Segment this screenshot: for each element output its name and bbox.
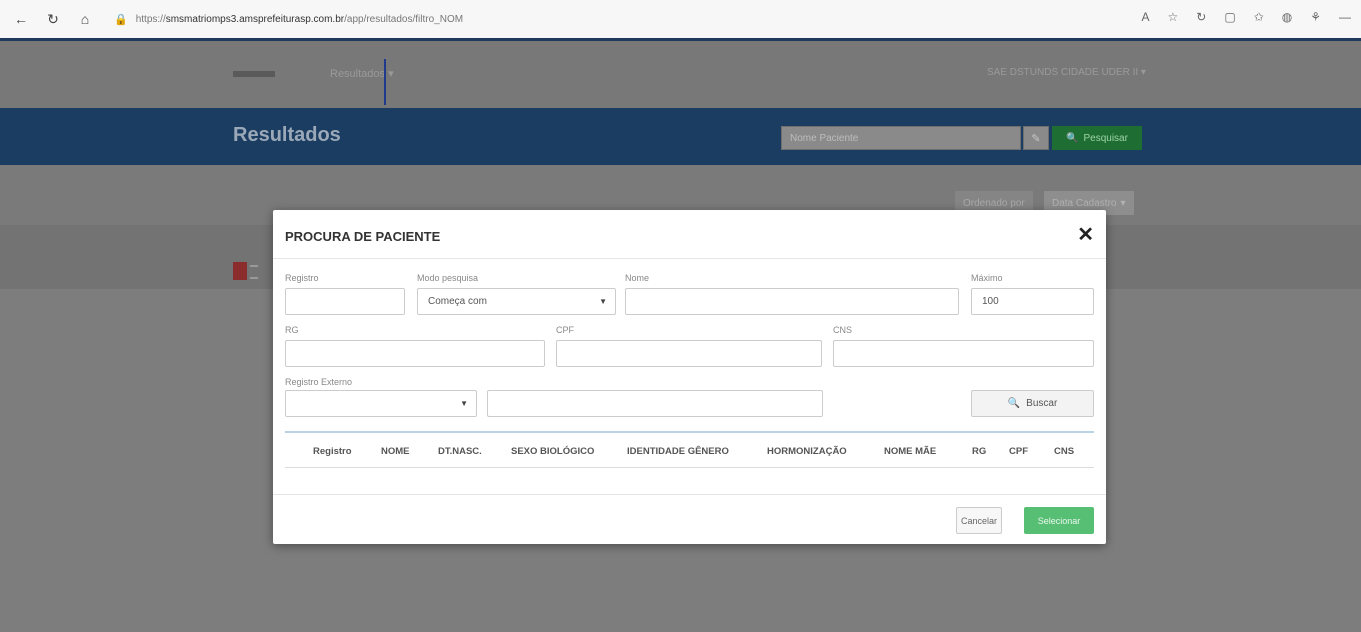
modo-pesquisa-select[interactable]: Começa com ▼ [417,288,616,315]
favorites-icon[interactable]: ✩ [1254,10,1264,24]
title-bar: Resultados Nome Paciente ✎ 🔍 Pesquisar [0,108,1361,165]
nome-label: Nome [625,273,650,283]
collections-icon[interactable]: ◍ [1282,10,1292,24]
chevron-down-icon: ▼ [460,399,468,408]
column-dt-nasc[interactable]: DT.NASC. [438,446,482,457]
column-sexo-biologico[interactable]: SEXO BIOLÓGICO [511,446,594,457]
url-domain: smsmatriomps3.amsprefeiturasp.com.br [165,13,345,25]
user-menu[interactable]: SAE DSTUNDS CIDADE UDER II ▾ [987,67,1146,78]
column-rg[interactable]: RG [972,446,986,457]
registro-input[interactable] [285,288,405,315]
modo-pesquisa-label: Modo pesquisa [417,273,479,283]
nome-input[interactable] [625,288,959,315]
app-logo[interactable] [233,71,275,77]
column-registro[interactable]: Registro [313,446,352,457]
column-identidade-genero[interactable]: IDENTIDADE GÊNERO [627,446,729,457]
text-cursor [384,59,386,105]
rg-label: RG [285,325,299,335]
chevron-down-icon: ▼ [599,297,607,306]
rg-input[interactable] [285,340,545,367]
column-nome[interactable]: NOME [381,446,410,457]
registro-externo-input[interactable] [487,390,823,417]
cancel-button[interactable]: Cancelar [956,507,1002,534]
refresh-icon[interactable]: ↻ [1196,10,1206,24]
registro-externo-label: Registro Externo [285,377,353,387]
patient-search-input[interactable]: Nome Paciente [781,126,1021,150]
results-table: Registro NOME DT.NASC. SEXO BIOLÓGICO ID… [285,431,1094,468]
modal-header: PROCURA DE PACIENTE ✕ [273,210,1106,259]
caret-down-icon: ▾ [1120,197,1126,209]
read-aloud-icon[interactable]: A [1142,10,1150,24]
column-hormonizacao[interactable]: HORMONIZAÇÃO [767,446,847,457]
column-cpf[interactable]: CPF [1009,446,1028,457]
url-prefix: https:// [135,13,166,25]
maximo-input[interactable]: 100 [971,288,1094,315]
pdf-icon[interactable] [233,262,247,280]
maximo-label: Máximo [971,273,1003,283]
sort-value: Data Cadastro [1052,197,1117,209]
split-screen-icon[interactable]: ▢ [1224,10,1235,24]
url-path: /app/resultados/filtro_NOM [344,13,464,25]
buscar-button[interactable]: 🔍 Buscar [971,390,1094,417]
cns-input[interactable] [833,340,1094,367]
app-header: Resultados ▾ SAE DSTUNDS CIDADE UDER II … [0,38,1361,111]
address-bar[interactable]: 🔒 https://smsmatriomps3.amsprefeiturasp.… [114,13,463,26]
back-icon[interactable]: ← [12,10,30,28]
registro-externo-select[interactable]: ▼ [285,390,477,417]
modo-pesquisa-value: Começa com [428,296,487,307]
home-icon[interactable]: ⌂ [76,10,94,28]
cns-label: CNS [833,325,853,335]
favorite-icon[interactable]: ☆ [1168,10,1179,24]
search-icon: 🔍 [1066,132,1079,144]
modal-title: PROCURA DE PACIENTE [285,229,441,244]
browser-toolbar: ← ↻ ⌂ 🔒 https://smsmatriomps3.amsprefeit… [0,0,1361,39]
list-icon[interactable] [250,265,258,279]
page-title: Resultados [233,124,341,146]
cpf-input[interactable] [556,340,822,367]
search-button[interactable]: 🔍 Pesquisar [1052,126,1142,150]
search-button-label: Pesquisar [1083,132,1128,144]
lock-icon: 🔒 [114,13,128,26]
patient-search-modal: PROCURA DE PACIENTE ✕ Registro Modo pesq… [273,210,1106,544]
search-icon: 🔍 [1007,398,1021,409]
buscar-label: Buscar [1026,398,1058,409]
column-nome-mae[interactable]: NOME MÃE [884,446,936,457]
registro-label: Registro [285,273,319,283]
extensions-icon[interactable]: ⚘ [1310,10,1321,24]
close-icon[interactable]: ✕ [1077,222,1094,247]
column-cns[interactable]: CNS [1054,446,1074,457]
select-button[interactable]: Selecionar [1024,507,1094,534]
cpf-label: CPF [556,325,574,335]
reload-icon[interactable]: ↻ [44,10,62,28]
more-icon[interactable]: — [1339,10,1351,24]
edit-icon[interactable]: ✎ [1023,126,1049,150]
